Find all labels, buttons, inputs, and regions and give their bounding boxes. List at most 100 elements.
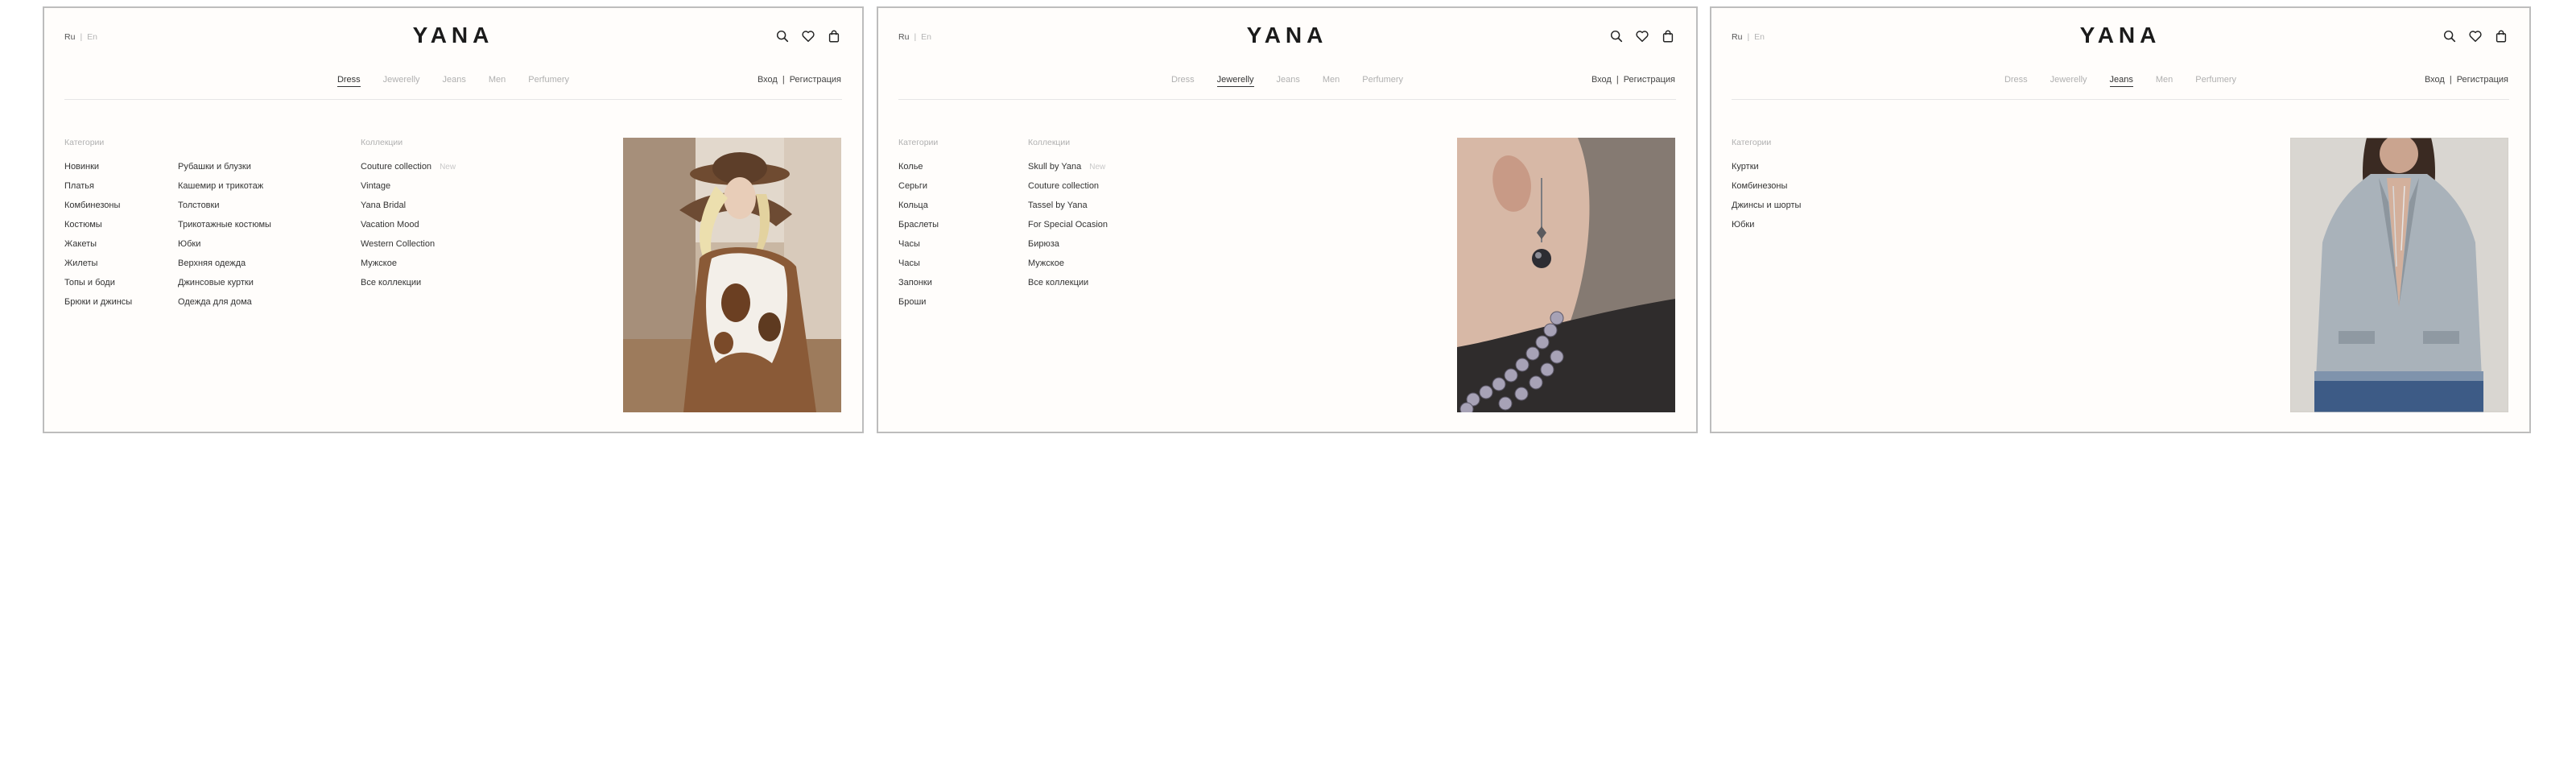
tab-perfumery[interactable]: Perfumery: [528, 75, 569, 85]
new-badge: New: [1089, 163, 1106, 172]
tab-dress[interactable]: Dress: [2004, 75, 2028, 85]
collections-title: Коллекции: [1028, 138, 1071, 147]
login-link[interactable]: Вход: [2425, 75, 2445, 85]
tab-jeans[interactable]: Jeans: [443, 75, 466, 85]
tab-perfumery[interactable]: Perfumery: [2195, 75, 2236, 85]
menu-panel-jewerelly: Ru | En YANA Dress Jewerelly Jeans Men Perfume…: [877, 6, 1698, 433]
new-badge: New: [440, 163, 456, 172]
auth-links: Вход | Регистрация: [2425, 75, 2508, 85]
tab-jewerelly[interactable]: Jewerelly: [1216, 75, 1254, 87]
category-item[interactable]: Юбки: [1732, 219, 1801, 238]
main-nav: Dress Jewerelly Jeans Men Perfumery: [44, 75, 862, 87]
category-item[interactable]: Куртки: [1732, 161, 1801, 180]
category-item[interactable]: Рубашки и блузки: [178, 161, 271, 180]
tab-dress[interactable]: Dress: [336, 75, 361, 87]
register-link[interactable]: Регистрация: [1624, 75, 1675, 85]
categories-title: Категории: [898, 138, 939, 147]
tab-jeans[interactable]: Jeans: [1277, 75, 1300, 85]
category-item[interactable]: Комбинезоны: [64, 200, 132, 219]
auth-separator: |: [1616, 75, 1619, 85]
tab-men[interactable]: Men: [1323, 75, 1340, 85]
header-icons: [1609, 29, 1675, 43]
main-nav: Dress Jewerelly Jeans Men Perfumery: [1711, 75, 2529, 87]
promo-image[interactable]: [2290, 138, 2508, 412]
collection-item[interactable]: Yana Bridal: [361, 200, 456, 219]
menu-panel-jeans: Ru | En YANA Dress Jewerelly Jeans Men Perfume…: [1710, 6, 2531, 433]
search-icon[interactable]: [1609, 29, 1624, 43]
logo[interactable]: YANA: [1711, 23, 2529, 48]
category-item[interactable]: Юбки: [178, 238, 271, 258]
auth-links: Вход | Регистрация: [1591, 75, 1675, 85]
tab-dress[interactable]: Dress: [1171, 75, 1195, 85]
collections-title: Коллекции: [361, 138, 403, 147]
auth-separator: |: [2449, 75, 2452, 85]
category-item[interactable]: Жилеты: [64, 258, 132, 277]
promo-image[interactable]: [1457, 138, 1675, 412]
category-item[interactable]: Костюмы: [64, 219, 132, 238]
register-link[interactable]: Регистрация: [2457, 75, 2508, 85]
collection-item[interactable]: Мужское: [1028, 258, 1108, 277]
collection-item[interactable]: Мужское: [361, 258, 456, 277]
category-item[interactable]: Жакеты: [64, 238, 132, 258]
tab-perfumery[interactable]: Perfumery: [1362, 75, 1403, 85]
category-item[interactable]: Новинки: [64, 161, 132, 180]
collection-item[interactable]: For Special Ocasion: [1028, 219, 1108, 238]
tab-men[interactable]: Men: [2156, 75, 2173, 85]
collection-item[interactable]: Vintage: [361, 180, 456, 200]
categories-list: Новинки Платья Комбинезоны Костюмы Жакет…: [64, 161, 132, 316]
categories-list: Колье Серьги Кольца Браслеты Часы Часы З…: [898, 161, 939, 316]
category-item[interactable]: Толстовки: [178, 200, 271, 219]
collection-item[interactable]: Tassel by Yana: [1028, 200, 1108, 219]
search-icon[interactable]: [775, 29, 790, 43]
category-item[interactable]: Джинсовые куртки: [178, 277, 271, 296]
bag-icon[interactable]: [1661, 29, 1675, 43]
category-item[interactable]: Одежда для дома: [178, 296, 271, 316]
collection-item[interactable]: Все коллекции: [1028, 277, 1108, 296]
collection-item[interactable]: Бирюза: [1028, 238, 1108, 258]
category-item[interactable]: Джинсы и шорты: [1732, 200, 1801, 219]
heart-icon[interactable]: [2468, 29, 2483, 43]
logo[interactable]: YANA: [878, 23, 1696, 48]
category-item[interactable]: Комбинезоны: [1732, 180, 1801, 200]
collection-item[interactable]: Couture collection New: [361, 161, 456, 180]
tab-jewerelly[interactable]: Jewerelly: [2050, 75, 2087, 85]
collection-item[interactable]: Все коллекции: [361, 277, 456, 296]
category-item[interactable]: Топы и боди: [64, 277, 132, 296]
search-icon[interactable]: [2442, 29, 2457, 43]
category-item[interactable]: Трикотажные костюмы: [178, 219, 271, 238]
category-item[interactable]: Часы: [898, 238, 939, 258]
logo[interactable]: YANA: [44, 23, 862, 48]
collection-item[interactable]: Vacation Mood: [361, 219, 456, 238]
category-item[interactable]: Брюки и джинсы: [64, 296, 132, 316]
bag-icon[interactable]: [2494, 29, 2508, 43]
category-item[interactable]: Запонки: [898, 277, 939, 296]
tab-men[interactable]: Men: [489, 75, 506, 85]
categories-title: Категории: [64, 138, 105, 147]
register-link[interactable]: Регистрация: [790, 75, 841, 85]
category-item[interactable]: Серьги: [898, 180, 939, 200]
heart-icon[interactable]: [1635, 29, 1649, 43]
auth-links: Вход | Регистрация: [758, 75, 841, 85]
main-nav: Dress Jewerelly Jeans Men Perfumery: [878, 75, 1696, 87]
category-item[interactable]: Браслеты: [898, 219, 939, 238]
collection-item[interactable]: Couture collection: [1028, 180, 1108, 200]
heart-icon[interactable]: [801, 29, 815, 43]
divider: [898, 99, 1676, 100]
category-item[interactable]: Колье: [898, 161, 939, 180]
categories-title: Категории: [1732, 138, 1772, 147]
tab-jeans[interactable]: Jeans: [2109, 75, 2133, 87]
category-item[interactable]: Часы: [898, 258, 939, 277]
collection-item[interactable]: Western Collection: [361, 238, 456, 258]
login-link[interactable]: Вход: [758, 75, 778, 85]
category-item[interactable]: Верхняя одежда: [178, 258, 271, 277]
login-link[interactable]: Вход: [1591, 75, 1612, 85]
bag-icon[interactable]: [827, 29, 841, 43]
divider: [1732, 99, 2509, 100]
category-item[interactable]: Кашемир и трикотаж: [178, 180, 271, 200]
collection-item[interactable]: Skull by Yana New: [1028, 161, 1108, 180]
category-item[interactable]: Броши: [898, 296, 939, 316]
tab-jewerelly[interactable]: Jewerelly: [383, 75, 420, 85]
category-item[interactable]: Платья: [64, 180, 132, 200]
category-item[interactable]: Кольца: [898, 200, 939, 219]
promo-image[interactable]: [623, 138, 841, 412]
